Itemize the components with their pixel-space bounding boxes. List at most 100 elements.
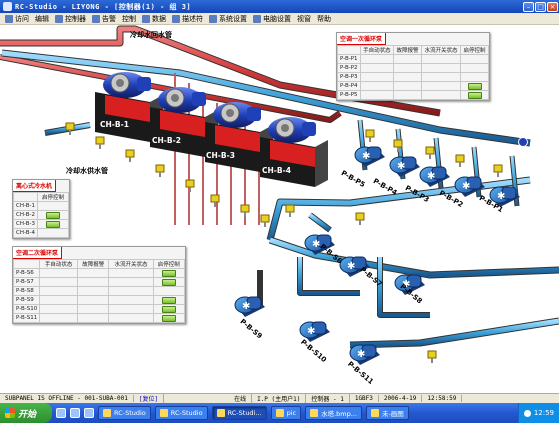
start-stop-button[interactable]: [46, 220, 61, 228]
table-cell: [460, 63, 489, 73]
descriptor-icon: [172, 14, 180, 23]
table-cell: [37, 228, 69, 238]
col-header: 启停控制: [37, 192, 69, 202]
menu-item-1[interactable]: 编辑: [32, 14, 52, 24]
start-stop-button[interactable]: [161, 305, 176, 313]
table-cell: [152, 295, 186, 305]
svg-text:✱: ✱: [357, 349, 365, 360]
taskbar-item[interactable]: RC-Studi...: [211, 406, 267, 420]
table-row: P-B-P4: [337, 81, 489, 91]
taskbar-item[interactable]: 水塔.bmp...: [305, 406, 362, 420]
table-cell: [393, 81, 422, 91]
taskbar-item[interactable]: RC-Studio: [154, 406, 208, 420]
pump-icon: ✱: [389, 156, 420, 177]
start-stop-button[interactable]: [161, 296, 176, 304]
chiller-unit: [260, 117, 328, 187]
menu-item-6[interactable]: 描述符: [169, 14, 206, 24]
start-stop-button[interactable]: [46, 211, 61, 219]
taskbar-item[interactable]: pic: [270, 406, 302, 420]
status-bar: SUBPANEL IS OFFLINE - 001-SUBA-001 [复位] …: [0, 393, 559, 403]
table-cell: [359, 54, 395, 64]
door-icon: [5, 14, 13, 23]
svg-text:✱: ✱: [462, 181, 470, 192]
table-row: P-B-S7: [12, 277, 186, 287]
row-label: P-B-S11: [12, 313, 41, 323]
quick-launch-media-icon[interactable]: [84, 408, 94, 418]
col-header: 启停控制: [152, 259, 186, 269]
table-cell: [39, 268, 79, 278]
taskbar-item-label: 未-画图: [381, 410, 404, 418]
pump-icon: ✱: [354, 146, 385, 167]
reset-link[interactable]: [复位]: [134, 394, 165, 403]
valve-icon: [365, 129, 375, 142]
chiller-label[interactable]: CH-B-1: [100, 120, 129, 129]
folder-icon: [216, 409, 225, 417]
close-button[interactable]: ×: [547, 1, 558, 12]
menu-item-7[interactable]: 系统设置: [206, 14, 250, 24]
table-cell: [359, 63, 395, 73]
menu-label: 系统设置: [219, 14, 247, 23]
menu-item-2[interactable]: 控制器: [52, 14, 89, 24]
quick-launch-desktop-icon[interactable]: [70, 408, 80, 418]
quick-launch-ie-icon[interactable]: [56, 408, 66, 418]
row-label: P-B-S8: [12, 286, 41, 296]
row-label: P-B-S10: [12, 304, 41, 314]
menu-item-4[interactable]: 控制: [119, 14, 139, 24]
table-row: CH-B-4: [12, 228, 69, 238]
row-label: CH-B-2: [12, 210, 39, 220]
table-cell: [460, 81, 489, 91]
menu-item-0[interactable]: 访问: [2, 14, 32, 24]
menu-item-10[interactable]: 帮助: [314, 14, 334, 24]
start-stop-button[interactable]: [161, 269, 176, 277]
table-cell: [420, 90, 462, 100]
chiller-label[interactable]: CH-B-4: [262, 166, 291, 175]
svg-text:✱: ✱: [347, 261, 355, 272]
panel-title: 离心式冷水机: [13, 180, 57, 192]
table-cell: [108, 277, 154, 287]
minimize-button[interactable]: –: [523, 1, 534, 12]
start-stop-button[interactable]: [161, 278, 176, 286]
return-pipe-label: 冷却水回水管: [130, 31, 172, 39]
folder-icon: [370, 409, 379, 417]
folder-icon: [159, 409, 168, 417]
menu-item-5[interactable]: 数据: [139, 14, 169, 24]
menu-label: 数据: [152, 14, 166, 23]
start-stop-button[interactable]: [467, 91, 482, 99]
table-cell: [77, 286, 110, 296]
taskbar-item[interactable]: 未-画图: [365, 406, 409, 420]
col-header: 水流开关状态: [108, 259, 154, 269]
system-tray: 12:59: [517, 403, 559, 423]
table-cell: [108, 304, 154, 314]
controller-status: 控制器 - 1: [306, 394, 350, 403]
taskbar-item[interactable]: RC-Studio: [98, 406, 151, 420]
tray-network-icon[interactable]: [523, 409, 531, 417]
table-row: P-B-S11: [12, 313, 186, 323]
start-stop-button[interactable]: [467, 82, 482, 90]
menu-label: 告警: [102, 14, 116, 23]
menu-item-8[interactable]: 电脑设置: [250, 14, 294, 24]
secondary-pump-panel: 空调二次循环泵 手自动状态 故障报警 水流开关状态 启停控制 P-B-S6 P-B-S7 P…: [12, 246, 186, 324]
table-row: P-B-S6: [12, 268, 186, 278]
chiller-label[interactable]: CH-B-2: [152, 136, 181, 145]
table-row: P-B-S8: [12, 286, 186, 296]
menu-item-3[interactable]: 告警: [89, 14, 119, 24]
menu-item-9[interactable]: 视窗: [294, 14, 314, 24]
table-row: CH-B-1: [12, 201, 69, 211]
primary-pump-panel: 空调一次循环泵 手自动状态 故障报警 水流开关状态 启停控制 P-B-P1 P-B-P2 P…: [336, 32, 490, 101]
table-cell: [108, 268, 154, 278]
app-icon: [3, 2, 12, 11]
data-icon: [142, 14, 150, 23]
row-label: CH-B-3: [12, 219, 39, 229]
menu-label: 描述符: [182, 14, 203, 23]
table-cell: [359, 90, 395, 100]
table-cell: [393, 90, 422, 100]
valve-icon: [493, 164, 503, 177]
blue-pipe-mid: [267, 177, 531, 241]
table-cell: [39, 313, 79, 323]
table-cell: [420, 72, 462, 82]
maximize-button[interactable]: □: [535, 1, 546, 12]
chiller-label[interactable]: CH-B-3: [206, 151, 235, 160]
start-button[interactable]: 开始: [0, 403, 52, 423]
start-stop-button[interactable]: [161, 314, 176, 322]
table-cell: [359, 81, 395, 91]
